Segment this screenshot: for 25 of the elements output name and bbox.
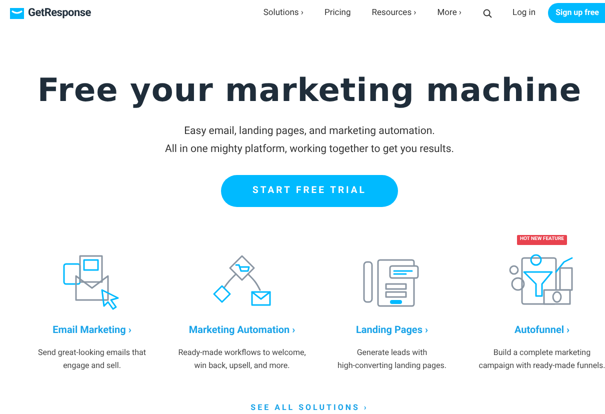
feature-link[interactable]: Autofunnel › bbox=[514, 323, 570, 338]
feature-description: Build a complete marketing bbox=[493, 347, 591, 359]
search-icon[interactable] bbox=[482, 8, 492, 18]
see-all-link[interactable]: SEE ALL SOLUTIONS › bbox=[250, 402, 368, 414]
feature-description: high-converting landing pages. bbox=[338, 360, 446, 372]
signup-button[interactable]: Sign up free bbox=[548, 3, 605, 23]
nav-link[interactable]: More › bbox=[437, 6, 462, 20]
feature-description: engage and sell. bbox=[63, 360, 121, 372]
brand-name[interactable]: GetResponse bbox=[28, 4, 91, 22]
nav-link[interactable]: Resources › bbox=[372, 6, 416, 20]
hero-subtitle: All in one mighty platform, working together to get you results. bbox=[164, 141, 454, 157]
hero-subtitle: Easy email, landing pages, and marketing automation. bbox=[184, 123, 435, 139]
feature-description: win back, upsell, and more. bbox=[194, 360, 290, 372]
nav-link[interactable]: Pricing bbox=[324, 6, 351, 20]
feature-description: Generate leads with bbox=[356, 347, 428, 359]
login-link[interactable]: Log in bbox=[512, 6, 536, 20]
feature-description: Ready-made workflows to welcome, bbox=[178, 347, 306, 359]
feature-description: Send great-looking emails that bbox=[38, 347, 146, 359]
feature-link[interactable]: Email Marketing › bbox=[52, 323, 132, 338]
feature-link[interactable]: Landing Pages › bbox=[356, 323, 428, 338]
feature-description: campaign with ready-made funnels. bbox=[478, 360, 605, 372]
hero-title: Free your marketing machine bbox=[36, 70, 583, 110]
start-trial-button[interactable]: START FREE TRIAL bbox=[221, 175, 398, 207]
feature-link[interactable]: Marketing Automation › bbox=[188, 323, 296, 338]
nav-link[interactable]: Solutions › bbox=[263, 6, 304, 20]
